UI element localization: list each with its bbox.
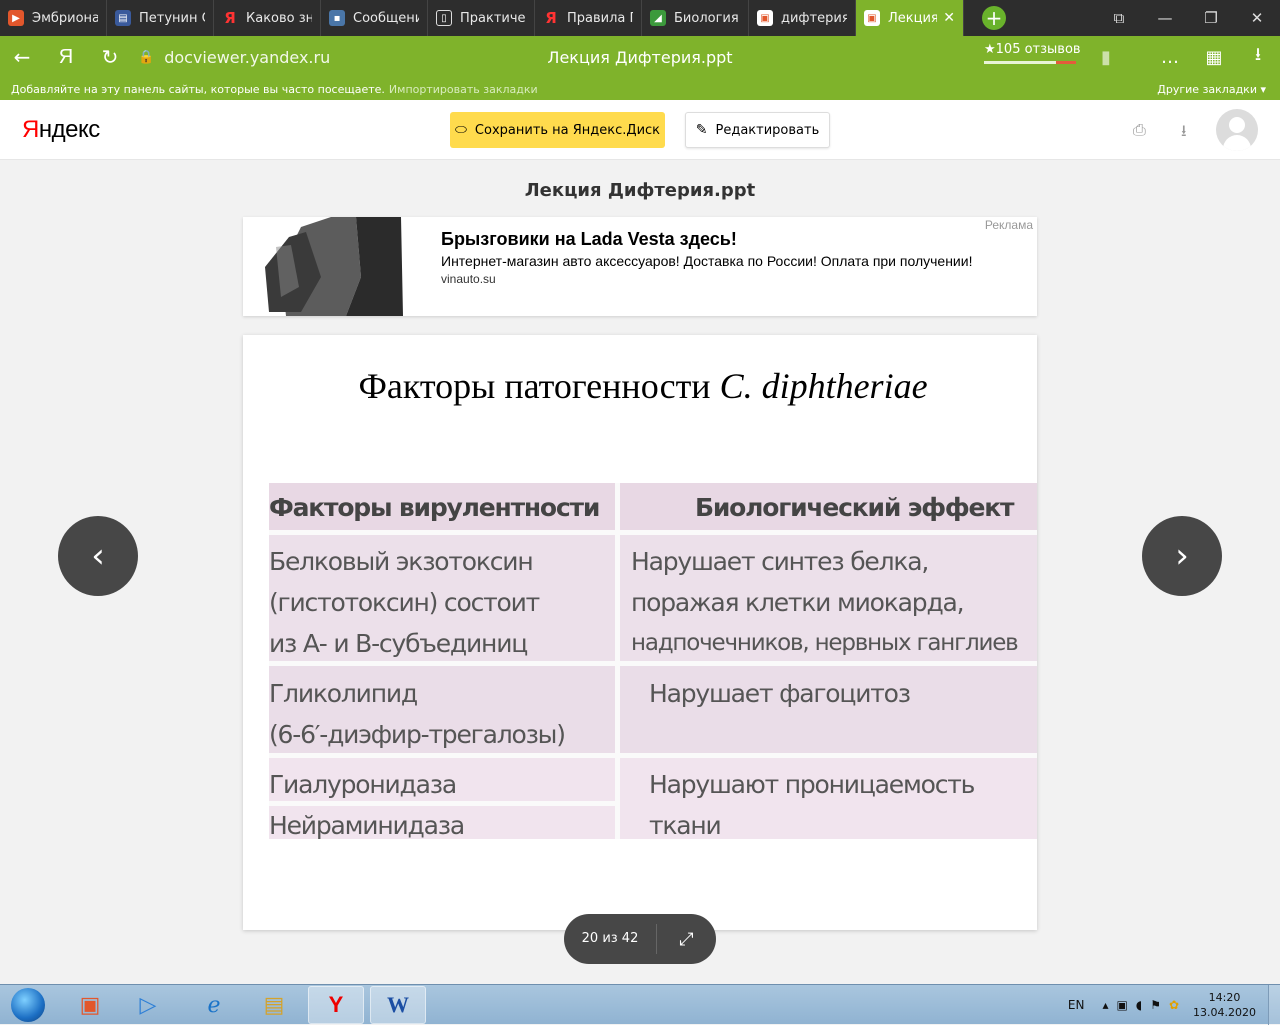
bookmarks-bar: Добавляйте на эту панель сайты, которые … [0,78,1280,100]
browser-tab[interactable]: ▯ Практичес [428,0,535,36]
maximize-icon[interactable]: ❐ [1188,0,1234,36]
table-cell: Белковый экзотоксин [269,547,534,576]
table-cell: из А- и В-субъединиц [269,629,528,658]
windows-taskbar: ▣ ▷ ℯ ▤ Y W EN ▴ ▣ ◖ ⚑ ✿ 14:20 13.04.202… [0,984,1280,1025]
volume-icon[interactable]: ◖ [1136,998,1142,1012]
start-button[interactable] [4,985,52,1025]
yandex-home-icon[interactable]: Я [44,46,88,69]
bookmark-icon[interactable]: ▮ [1084,47,1128,68]
extension-icon[interactable]: ▦ [1192,47,1236,68]
fullscreen-icon[interactable]: ⤢ [657,929,716,950]
browser-tab[interactable]: ▶ Эмбриона [0,0,107,36]
network-icon[interactable]: ▣ [1117,998,1128,1012]
url-field[interactable]: 🔒 docviewer.yandex.ru [138,48,330,67]
close-window-icon[interactable]: ✕ [1234,0,1280,36]
media-player-icon[interactable]: ▣ [62,986,118,1024]
ad-domain[interactable]: vinauto.su [441,272,496,286]
chevron-left-icon: ‹ [91,536,105,576]
clock[interactable]: 14:20 13.04.2020 [1193,990,1256,1020]
yandex-logo[interactable]: Яндекс [22,116,100,144]
table-cell: Нарушает фагоцитоз [649,679,911,708]
docviewer-header: Яндекс ⬭ Сохранить на Яндекс.Диск ✎ Реда… [0,100,1280,160]
ad-text: Интернет-магазин авто аксессуаров! Доста… [441,253,973,269]
mudflaps-image [261,217,406,316]
yandex-browser-icon[interactable]: Y [308,986,364,1024]
page-counter: 20 из 42 ⤢ [564,914,716,964]
ad-label: Реклама [984,218,1033,232]
save-to-disk-button[interactable]: ⬭ Сохранить на Яндекс.Диск [450,112,665,148]
document-title: Лекция Дифтерия.ppt [524,180,756,201]
table-cell: надпочечников, нервных ганглиев [631,630,1019,656]
doc-icon: ▣ [864,10,880,26]
minimize-icon[interactable]: — [1142,0,1188,36]
table-cell: Нейраминидаза [269,811,465,839]
print-icon[interactable]: ⎙ [1133,120,1146,140]
table-header: Факторы вирулентности [269,493,600,522]
system-tray: EN ▴ ▣ ◖ ⚑ ✿ 14:20 13.04.2020 [1068,985,1280,1025]
browser-tab[interactable]: ◢ Биология / [642,0,749,36]
slide-table-image: Факторы вирулентности Биологический эффе… [269,483,1037,839]
flag-icon[interactable]: ⚑ [1150,998,1161,1012]
play-icon[interactable]: ▷ [120,986,176,1024]
lock-icon: 🔒 [138,49,155,65]
next-page-button[interactable]: › [1142,516,1222,596]
table-cell: ткани [649,811,722,839]
chevron-right-icon: › [1175,536,1189,576]
table-cell: (гистотоксин) состоит [269,588,540,617]
reviews-badge[interactable]: ★105 отзывов [984,42,1081,64]
browser-tab[interactable]: ▤ Петунин О [107,0,214,36]
table-header: Биологический эффект [695,493,1015,522]
prev-page-button[interactable]: ‹ [58,516,138,596]
folder-icon[interactable]: ▤ [246,986,302,1024]
reload-icon[interactable]: ↻ [88,45,132,69]
browser-tab[interactable]: ▪ Сообщени [321,0,428,36]
word-icon[interactable]: W [370,986,426,1024]
doc-icon: ▯ [436,10,452,26]
disk-icon: ⬭ [454,122,467,138]
windows-logo-icon [11,988,45,1022]
back-icon[interactable]: ← [0,45,44,69]
tabs-menu-icon[interactable]: ⧉ [1096,0,1142,36]
table-cell: поражая клетки миокарда, [631,588,965,617]
more-menu-icon[interactable]: … [1148,47,1192,68]
avatar[interactable] [1216,109,1258,151]
slide-page: Факторы патогенности C. diphtheriae Факт… [243,335,1037,930]
address-bar: ← Я ↻ 🔒 docviewer.yandex.ru Лекция Дифте… [0,36,1280,78]
yandex-icon: Я [545,9,557,27]
book-icon: ▤ [115,10,131,26]
slide-title: Факторы патогенности C. diphtheriae [358,366,928,406]
slides-icon: ▶ [8,10,24,26]
yandex-disk-tray-icon[interactable]: ✿ [1169,998,1179,1012]
doc-icon: ▣ [757,10,773,26]
browser-tab-active[interactable]: ▣ Лекция ✕ [856,0,964,36]
download-icon[interactable]: ⭳ [1181,120,1187,147]
table-cell: Гликолипид [269,679,418,708]
edit-button[interactable]: ✎ Редактировать [685,112,830,148]
browser-tab[interactable]: ЯКаково зна [214,0,321,36]
other-bookmarks-button[interactable]: Другие закладки ▾ [1157,83,1266,96]
language-indicator[interactable]: EN [1068,998,1085,1012]
page-indicator: 20 из 42 [564,924,657,954]
pencil-icon: ✎ [695,122,708,138]
import-bookmarks-link[interactable]: Импортировать закладки [389,83,538,96]
new-tab-button[interactable]: + [982,6,1006,30]
table-cell: Нарушает синтез белка, [631,547,929,576]
internet-explorer-icon[interactable]: ℯ [186,986,242,1024]
tray-expand-icon[interactable]: ▴ [1102,998,1108,1012]
rating-bar [984,61,1076,64]
table-cell: (6-6′-диэфир-трегалозы) [269,720,566,749]
browser-tab[interactable]: ▣ дифтерия [749,0,856,36]
download-icon[interactable]: ⭳ [1236,42,1280,72]
table-cell: Гиалуронидаза [269,770,457,799]
ad-title[interactable]: Брызговики на Lada Vesta здесь! [441,229,737,250]
browser-tab[interactable]: Я Правила Г [535,0,642,36]
leaf-icon: ◢ [650,10,666,26]
chat-icon: ▪ [329,10,345,26]
close-tab-icon[interactable]: ✕ [943,10,955,26]
browser-tab-strip: ▶Эмбриона ▤Петунин О ЯКаково зна ▪Сообще… [0,0,1280,36]
ad-banner[interactable]: Брызговики на Lada Vesta здесь! Интернет… [243,217,1037,316]
yandex-icon: Я [224,9,236,27]
table-cell: Нарушают проницаемость [649,770,975,799]
show-desktop-button[interactable] [1268,985,1280,1025]
